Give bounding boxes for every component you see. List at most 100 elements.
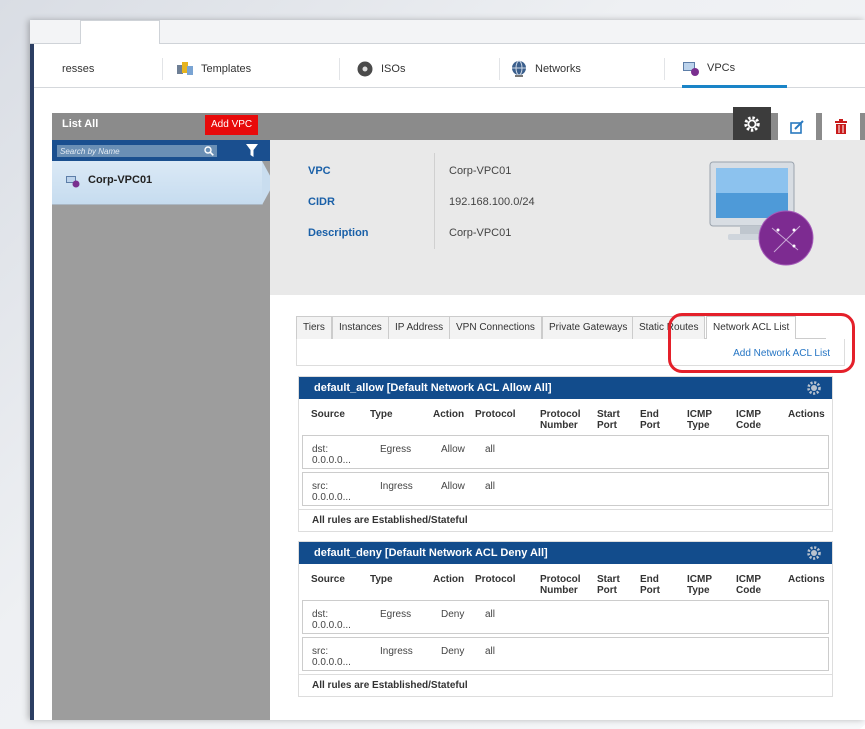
acl-list-panel: default_allow [Default Network ACL Allow… [298,376,833,532]
rule-source: dst: 0.0.0.0... [312,444,351,466]
col-start-port: Start Port [597,574,620,596]
col-icmp-type: ICMP Type [687,409,712,431]
col-source: Source [311,574,345,585]
network-globe-icon [510,60,528,78]
vpc-icon [66,176,80,188]
tab-ip-address[interactable]: IP Address [388,316,451,339]
filter-button[interactable] [244,143,260,157]
settings-button[interactable] [733,107,771,140]
search-input[interactable] [57,145,217,157]
tab-networks-label: Networks [535,63,581,75]
tab-networks[interactable]: Networks [510,50,581,88]
col-action: Action [433,409,465,420]
acl-list-title: default_deny [Default Network ACL Deny A… [314,547,548,559]
iso-disc-icon [356,60,374,78]
add-vpc-button[interactable]: Add VPC [205,115,259,135]
col-type: Type [370,409,393,420]
tab-isos-label: ISOs [381,63,406,75]
rule-action: Allow [441,481,465,492]
rule-source: src: 0.0.0.0... [312,481,351,503]
col-actions: Actions [788,409,825,420]
edit-icon [790,119,804,134]
rule-action: Deny [441,646,465,657]
tab-templates-label: Templates [201,63,252,75]
tab-tiers[interactable]: Tiers [296,316,332,339]
acl-list-panel: default_deny [Default Network ACL Deny A… [298,541,833,697]
tab-private-gateways[interactable]: Private Gateways [542,316,635,339]
detail-divider [434,153,435,249]
acl-column-headers: Source Type Action Protocol Protocol Num… [299,564,832,600]
trash-icon [835,118,847,134]
acl-rule-row[interactable]: dst: 0.0.0.0... Egress Allow all [302,435,829,469]
vpc-item-name: Corp-VPC01 [88,174,153,186]
tab-divider [339,58,340,80]
rule-protocol: all [485,609,496,620]
list-header-bar: List All Add VPC [52,107,865,140]
col-icmp-code: ICMP Code [736,409,761,431]
detail-vpc-value: Corp-VPC01 [449,165,512,177]
rule-action: Deny [441,609,465,620]
col-end-port: End Port [640,574,660,596]
detail-cidr-value: 192.168.100.0/24 [449,196,535,208]
col-start-port: Start Port [597,409,620,431]
col-source: Source [311,409,345,420]
rule-action: Allow [441,444,465,455]
tab-divider [499,58,500,80]
tab-templates[interactable]: Templates [176,50,251,88]
tab-addresses-label: resses [62,63,95,75]
browser-tab-stub [80,20,160,44]
col-type: Type [370,574,393,585]
col-protocol-number: Protocol Number [540,409,581,431]
tab-instances[interactable]: Instances [332,316,389,339]
tab-vpn-connections[interactable]: VPN Connections [449,316,542,339]
col-protocol: Protocol [475,574,516,585]
acl-list-header: default_deny [Default Network ACL Deny A… [299,542,832,564]
detail-description-label: Description [308,227,369,239]
rule-protocol: all [485,481,496,492]
gear-icon[interactable] [806,545,822,561]
gear-icon [744,115,760,132]
acl-rule-row[interactable]: src: 0.0.0.0... Ingress Deny all [302,637,829,671]
list-all-title: List All [62,118,99,130]
vpc-list-panel: Corp-VPC01 [52,140,274,720]
rule-protocol: all [485,646,496,657]
acl-list-title: default_allow [Default Network ACL Allow… [314,382,552,394]
rule-protocol: all [485,444,496,455]
tab-vpcs[interactable]: VPCs [682,50,787,88]
acl-list-footer: All rules are Established/Stateful [299,674,832,696]
detail-vpc-label: VPC [308,165,331,177]
frame-edge [840,560,865,729]
detail-description-value: Corp-VPC01 [449,227,512,239]
search-row [52,140,270,161]
col-icmp-type: ICMP Type [687,574,712,596]
rule-type: Ingress [380,481,413,492]
tab-addresses[interactable]: resses [62,50,94,88]
detail-cidr-label: CIDR [308,196,335,208]
col-end-port: End Port [640,409,660,431]
search-button[interactable] [201,145,217,157]
tab-divider [162,58,163,80]
vpc-monitor-icon [708,158,818,268]
rule-type: Egress [380,609,412,620]
acl-list-header: default_allow [Default Network ACL Allow… [299,377,832,399]
gear-icon[interactable] [806,380,822,396]
col-protocol: Protocol [475,409,516,420]
templates-icon [176,60,194,78]
tab-isos[interactable]: ISOs [356,50,405,88]
filter-icon [246,143,258,157]
acl-rule-row[interactable]: dst: 0.0.0.0... Egress Deny all [302,600,829,634]
tab-divider [664,58,665,80]
vpc-list-item[interactable]: Corp-VPC01 [52,161,262,205]
delete-button[interactable] [822,113,860,140]
edit-button[interactable] [778,113,816,140]
acl-rule-row[interactable]: src: 0.0.0.0... Ingress Allow all [302,472,829,506]
rule-type: Ingress [380,646,413,657]
col-action: Action [433,574,465,585]
acl-column-headers: Source Type Action Protocol Protocol Num… [299,399,832,435]
col-protocol-number: Protocol Number [540,574,581,596]
top-nav-tabs: resses Templates ISOs Networks VPCs [34,50,865,88]
acl-list-footer: All rules are Established/Stateful [299,509,832,531]
search-icon [204,146,214,156]
tab-vpcs-label: VPCs [707,61,736,74]
rule-source: src: 0.0.0.0... [312,646,351,668]
